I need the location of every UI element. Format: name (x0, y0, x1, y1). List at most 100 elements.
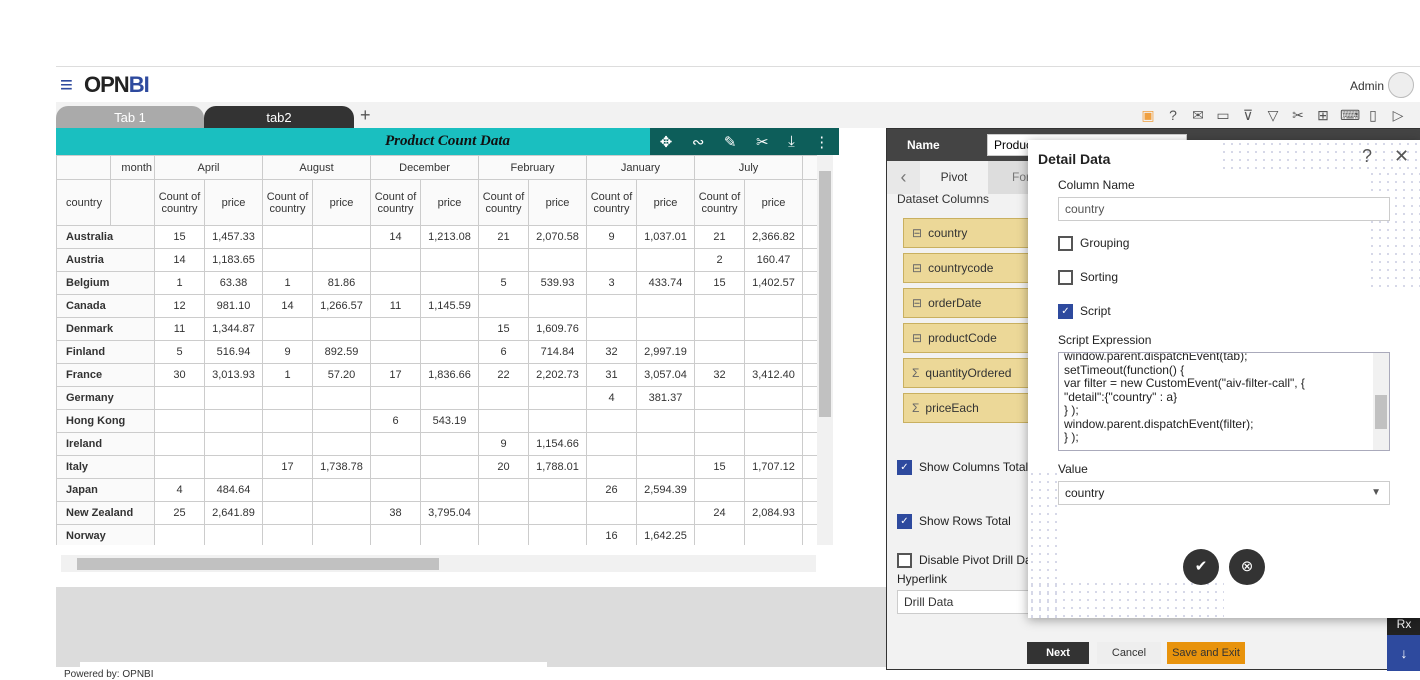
value-cell[interactable] (420, 455, 479, 479)
value-cell[interactable] (586, 248, 637, 272)
value-cell[interactable] (694, 340, 745, 364)
value-cell[interactable] (370, 271, 421, 295)
value-cell[interactable] (636, 409, 695, 433)
value-cell[interactable]: 9 (586, 225, 637, 249)
back-chevron-icon[interactable]: ‹ (887, 161, 920, 194)
value-cell[interactable] (694, 478, 745, 502)
value-cell[interactable]: 1,609.76 (528, 317, 587, 341)
value-cell[interactable]: 17 (370, 363, 421, 387)
value-cell[interactable] (528, 386, 587, 410)
value-cell[interactable] (370, 317, 421, 341)
value-select[interactable]: country ▼ (1058, 481, 1390, 505)
value-cell[interactable] (262, 225, 313, 249)
value-cell[interactable] (636, 317, 695, 341)
value-cell[interactable] (154, 386, 205, 410)
dataset-column-countrycode[interactable]: ⊟ countrycode (903, 253, 1033, 283)
value-cell[interactable]: 6 (478, 340, 529, 364)
value-cell[interactable] (744, 386, 803, 410)
value-cell[interactable] (528, 501, 587, 525)
value-cell[interactable] (312, 248, 371, 272)
value-cell[interactable] (694, 409, 745, 433)
value-cell[interactable] (744, 294, 803, 318)
value-cell[interactable]: 2,997.19 (636, 340, 695, 364)
value-cell[interactable] (370, 248, 421, 272)
value-cell[interactable] (694, 432, 745, 456)
value-cell[interactable] (370, 340, 421, 364)
show-rows-total-checkbox[interactable]: ✓ (897, 514, 912, 529)
country-cell[interactable]: Norway (56, 524, 155, 545)
value-cell[interactable]: 3 (586, 271, 637, 295)
value-cell[interactable]: 16 (586, 524, 637, 545)
value-cell[interactable] (312, 317, 371, 341)
value-cell[interactable] (744, 432, 803, 456)
save-and-exit-button[interactable]: Save and Exit (1167, 642, 1245, 664)
value-cell[interactable] (262, 478, 313, 502)
sorting-checkbox[interactable] (1058, 270, 1073, 285)
filter-icon[interactable]: ▽ (1265, 107, 1281, 124)
value-cell[interactable]: 22 (478, 363, 529, 387)
value-cell[interactable] (204, 455, 263, 479)
show-columns-total-checkbox[interactable]: ✓ (897, 460, 912, 475)
value-cell[interactable] (478, 409, 529, 433)
value-cell[interactable] (478, 248, 529, 272)
value-cell[interactable]: 20 (478, 455, 529, 479)
country-cell[interactable]: Italy (56, 455, 155, 479)
value-cell[interactable]: 21 (694, 225, 745, 249)
save-icon[interactable]: ▣ (1140, 107, 1156, 124)
value-cell[interactable] (370, 524, 421, 545)
value-cell[interactable]: 4 (586, 386, 637, 410)
add-tab-button[interactable]: + (360, 105, 371, 126)
tools-icon[interactable]: ✂ (1290, 107, 1306, 124)
value-cell[interactable]: 15 (154, 225, 205, 249)
country-cell[interactable]: Japan (56, 478, 155, 502)
value-cell[interactable]: 24 (694, 501, 745, 525)
country-cell[interactable]: Ireland (56, 432, 155, 456)
value-cell[interactable]: 2 (694, 248, 745, 272)
value-cell[interactable] (694, 386, 745, 410)
vertical-scrollbar[interactable] (817, 155, 833, 545)
value-cell[interactable] (370, 432, 421, 456)
value-cell[interactable] (262, 248, 313, 272)
tab-1[interactable]: Tab 1 (56, 106, 204, 130)
value-cell[interactable]: 3,412.40 (744, 363, 803, 387)
month-header[interactable]: February (478, 155, 587, 180)
dataset-column-country[interactable]: ⊟ country (903, 218, 1033, 248)
value-cell[interactable] (154, 524, 205, 545)
value-cell[interactable]: 1,183.65 (204, 248, 263, 272)
confirm-button[interactable]: ✔ (1183, 549, 1219, 585)
value-cell[interactable]: 15 (478, 317, 529, 341)
value-cell[interactable]: 1,154.66 (528, 432, 587, 456)
month-header[interactable]: July (694, 155, 803, 180)
horizontal-scrollbar[interactable] (61, 555, 816, 572)
value-cell[interactable] (154, 432, 205, 456)
value-cell[interactable] (420, 248, 479, 272)
more-icon[interactable]: ⋮ (814, 133, 829, 151)
value-cell[interactable]: 5 (154, 340, 205, 364)
value-cell[interactable]: 433.74 (636, 271, 695, 295)
value-cell[interactable]: 57.20 (312, 363, 371, 387)
value-cell[interactable]: 32 (586, 340, 637, 364)
value-cell[interactable]: 30 (154, 363, 205, 387)
scroll-thumb[interactable] (77, 558, 439, 570)
value-cell[interactable] (154, 455, 205, 479)
value-cell[interactable]: 38 (370, 501, 421, 525)
value-cell[interactable] (744, 317, 803, 341)
value-cell[interactable] (420, 271, 479, 295)
value-cell[interactable]: 6 (370, 409, 421, 433)
value-cell[interactable]: 26 (586, 478, 637, 502)
value-cell[interactable]: 1,788.01 (528, 455, 587, 479)
value-cell[interactable]: 2,084.93 (744, 501, 803, 525)
table-icon[interactable]: ⊞ (1315, 107, 1331, 124)
value-cell[interactable] (636, 501, 695, 525)
value-cell[interactable] (420, 478, 479, 502)
value-cell[interactable]: 31 (586, 363, 637, 387)
value-cell[interactable] (744, 340, 803, 364)
value-cell[interactable]: 1,037.01 (636, 225, 695, 249)
cancel-circle-button[interactable]: ⊗ (1229, 549, 1265, 585)
value-cell[interactable]: 12 (154, 294, 205, 318)
value-cell[interactable]: 1,457.33 (204, 225, 263, 249)
grouping-checkbox[interactable] (1058, 236, 1073, 251)
value-cell[interactable] (312, 225, 371, 249)
embed-icon[interactable]: ⌨ (1340, 107, 1360, 124)
value-cell[interactable]: 9 (478, 432, 529, 456)
